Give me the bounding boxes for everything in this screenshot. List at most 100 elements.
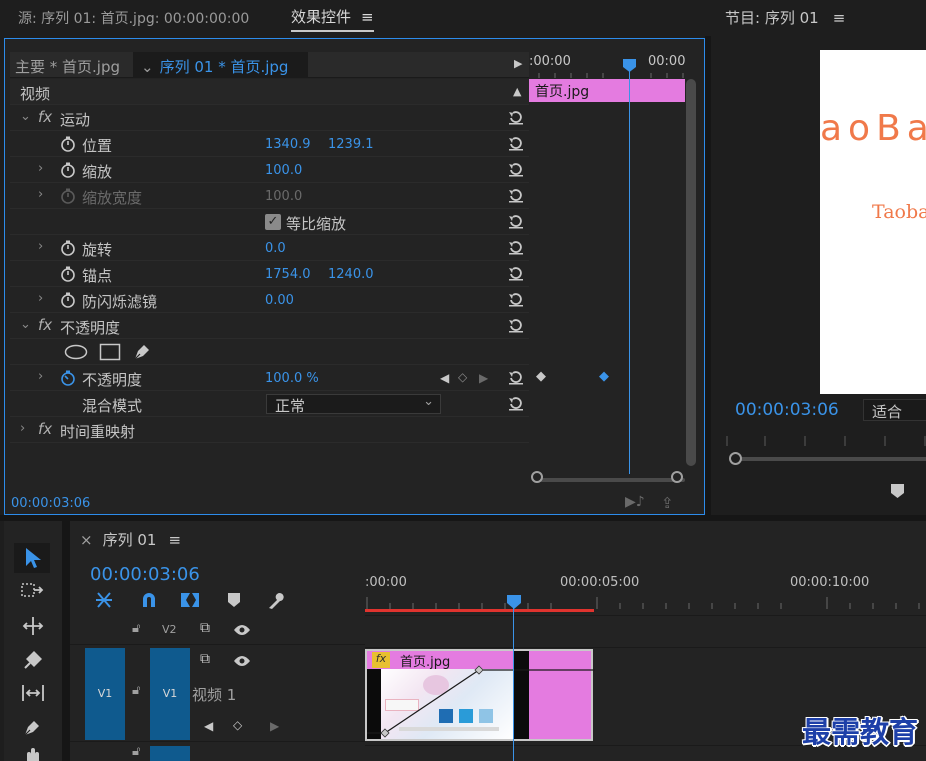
keyframe-diamond-selected[interactable]: ◆ xyxy=(599,369,609,384)
ripple-edit-tool-icon[interactable] xyxy=(20,615,46,637)
snap-magnet-icon[interactable] xyxy=(140,591,158,609)
zoom-fit-dropdown[interactable]: 适合 xyxy=(863,399,926,421)
rectangle-mask-icon[interactable] xyxy=(99,343,121,361)
track-select-tool-icon[interactable] xyxy=(20,581,46,601)
nest-sequence-icon[interactable] xyxy=(94,591,114,609)
lock-icon[interactable]: 🔓︎ xyxy=(132,683,140,698)
reset-icon[interactable] xyxy=(507,291,525,307)
eye-icon[interactable] xyxy=(233,655,251,667)
reset-icon[interactable] xyxy=(507,317,525,333)
scroll-handle-right[interactable] xyxy=(671,471,683,483)
opacity-rubberband[interactable] xyxy=(367,651,595,743)
rotation-row[interactable]: › 旋转 0.0 xyxy=(10,235,530,261)
anchor-point-row[interactable]: 锚点 1754.0 1240.0 xyxy=(10,261,530,287)
export-icon[interactable]: ⇪ xyxy=(661,494,674,512)
rotation-value[interactable]: 0.0 xyxy=(265,241,286,256)
stopwatch-icon[interactable] xyxy=(60,162,76,178)
ec-horizontal-scrollbar[interactable] xyxy=(537,478,685,482)
fx-icon[interactable]: fx xyxy=(38,108,52,126)
anchor-x-value[interactable]: 1754.0 xyxy=(265,267,311,282)
pen-tool-icon[interactable] xyxy=(22,716,44,738)
anti-flicker-value[interactable]: 0.00 xyxy=(265,293,294,308)
next-keyframe-icon[interactable]: ▶ xyxy=(479,371,488,385)
time-remap-row[interactable]: › fx 时间重映射 xyxy=(10,417,530,443)
ec-clip-bar[interactable]: 首页.jpg xyxy=(529,79,685,102)
sync-lock-icon[interactable]: ⧉ xyxy=(200,651,210,667)
position-row[interactable]: 位置 1340.9 1239.1 xyxy=(10,131,530,157)
track-target-a1[interactable] xyxy=(150,746,190,761)
slip-tool-icon[interactable] xyxy=(20,683,46,703)
reset-icon[interactable] xyxy=(507,369,525,385)
add-keyframe-icon[interactable]: ◇ xyxy=(458,370,467,384)
chevron-right-icon[interactable]: › xyxy=(38,239,43,254)
stopwatch-active-icon[interactable] xyxy=(60,370,76,386)
panel-menu-icon[interactable]: ≡ xyxy=(833,9,846,27)
track-v2-label[interactable]: V2 xyxy=(162,623,177,636)
chevron-right-icon[interactable]: › xyxy=(38,161,43,176)
reset-icon[interactable] xyxy=(507,187,525,203)
opacity-value[interactable]: 100.0 % xyxy=(265,371,319,386)
scale-value[interactable]: 100.0 xyxy=(265,163,302,178)
scale-width-row[interactable]: › 缩放宽度 100.0 xyxy=(10,183,530,209)
timeline-tab[interactable]: × 序列 01 ≡ xyxy=(80,529,181,550)
ec-time-ruler[interactable]: :00:00 00:00 xyxy=(529,52,688,78)
uniform-scale-checkbox[interactable]: ✓ xyxy=(265,214,281,230)
program-scrub-handle[interactable] xyxy=(729,452,742,465)
eye-icon[interactable] xyxy=(233,624,251,636)
reset-icon[interactable] xyxy=(507,213,525,229)
opacity-effect-row[interactable]: ⌄ fx 不透明度 xyxy=(10,313,530,339)
tab-source-monitor[interactable]: 源: 序列 01: 首页.jpg: 00:00:00:00 xyxy=(18,8,249,28)
lock-icon[interactable]: 🔓︎ xyxy=(132,621,140,636)
selection-tool-icon[interactable] xyxy=(24,547,42,569)
stopwatch-icon[interactable] xyxy=(60,292,76,308)
stopwatch-icon[interactable] xyxy=(60,136,76,152)
blend-mode-row[interactable]: 混合模式 正常 ⌄ xyxy=(10,391,530,417)
sync-lock-icon[interactable]: ⧉ xyxy=(200,620,210,636)
reset-icon[interactable] xyxy=(507,265,525,281)
fx-icon[interactable]: fx xyxy=(38,316,52,334)
prev-keyframe-icon[interactable]: ◀ xyxy=(440,371,449,385)
reset-icon[interactable] xyxy=(507,135,525,151)
timeline-playhead-line[interactable] xyxy=(513,607,514,761)
scroll-handle-left[interactable] xyxy=(531,471,543,483)
anti-flicker-row[interactable]: › 防闪烁滤镜 0.00 xyxy=(10,287,530,313)
timeline-clip[interactable]: fx 首页.jpg xyxy=(365,649,595,743)
wrench-settings-icon[interactable] xyxy=(266,591,286,611)
chevron-right-icon[interactable]: › xyxy=(38,187,43,202)
panel-menu-icon[interactable]: ≡ xyxy=(361,8,374,26)
scale-row[interactable]: › 缩放 100.0 xyxy=(10,157,530,183)
lock-icon[interactable]: 🔓︎ xyxy=(132,744,140,759)
chevron-right-icon[interactable]: › xyxy=(20,421,25,436)
blend-mode-dropdown[interactable]: 正常 ⌄ xyxy=(266,394,441,415)
program-video-frame[interactable]: aoBa Taoba xyxy=(820,50,926,394)
timeline-playhead-marker[interactable] xyxy=(507,595,521,609)
reset-icon[interactable] xyxy=(507,161,525,177)
stopwatch-icon[interactable] xyxy=(60,266,76,282)
chevron-down-icon[interactable]: ⌄ xyxy=(20,317,31,332)
prev-keyframe-icon[interactable]: ◀ xyxy=(204,719,213,733)
ec-playhead-marker[interactable] xyxy=(623,59,636,72)
uniform-scale-row[interactable]: ✓ 等比缩放 xyxy=(10,209,530,235)
program-timecode[interactable]: 00:00:03:06 xyxy=(735,400,839,420)
tab-effect-controls[interactable]: 效果控件 ≡ xyxy=(291,6,374,32)
reset-icon[interactable] xyxy=(507,109,525,125)
add-marker-icon[interactable] xyxy=(891,484,904,498)
ellipse-mask-icon[interactable] xyxy=(64,344,88,360)
close-icon[interactable]: × xyxy=(80,531,93,549)
add-keyframe-icon[interactable]: ◇ xyxy=(233,718,242,732)
razor-tool-icon[interactable] xyxy=(22,649,44,671)
position-y-value[interactable]: 1239.1 xyxy=(328,137,374,152)
anchor-y-value[interactable]: 1240.0 xyxy=(328,267,374,282)
add-marker-icon[interactable] xyxy=(228,593,240,607)
keyframe-diamond[interactable]: ◆ xyxy=(536,369,546,384)
ec-timecode[interactable]: 00:00:03:06 xyxy=(11,496,90,511)
position-x-value[interactable]: 1340.9 xyxy=(265,137,311,152)
play-triangle-icon[interactable]: ▶ xyxy=(514,57,522,70)
sequence-clip-dropdown[interactable]: ⌄ 序列 01 * 首页.jpg xyxy=(133,52,308,78)
stopwatch-icon[interactable] xyxy=(60,240,76,256)
reset-icon[interactable] xyxy=(507,239,525,255)
play-audio-icon[interactable]: ▶♪ xyxy=(625,494,645,510)
next-keyframe-icon[interactable]: ▶ xyxy=(270,719,279,733)
fx-icon[interactable]: fx xyxy=(38,420,52,438)
source-patch-v1[interactable]: V1 xyxy=(85,648,125,740)
